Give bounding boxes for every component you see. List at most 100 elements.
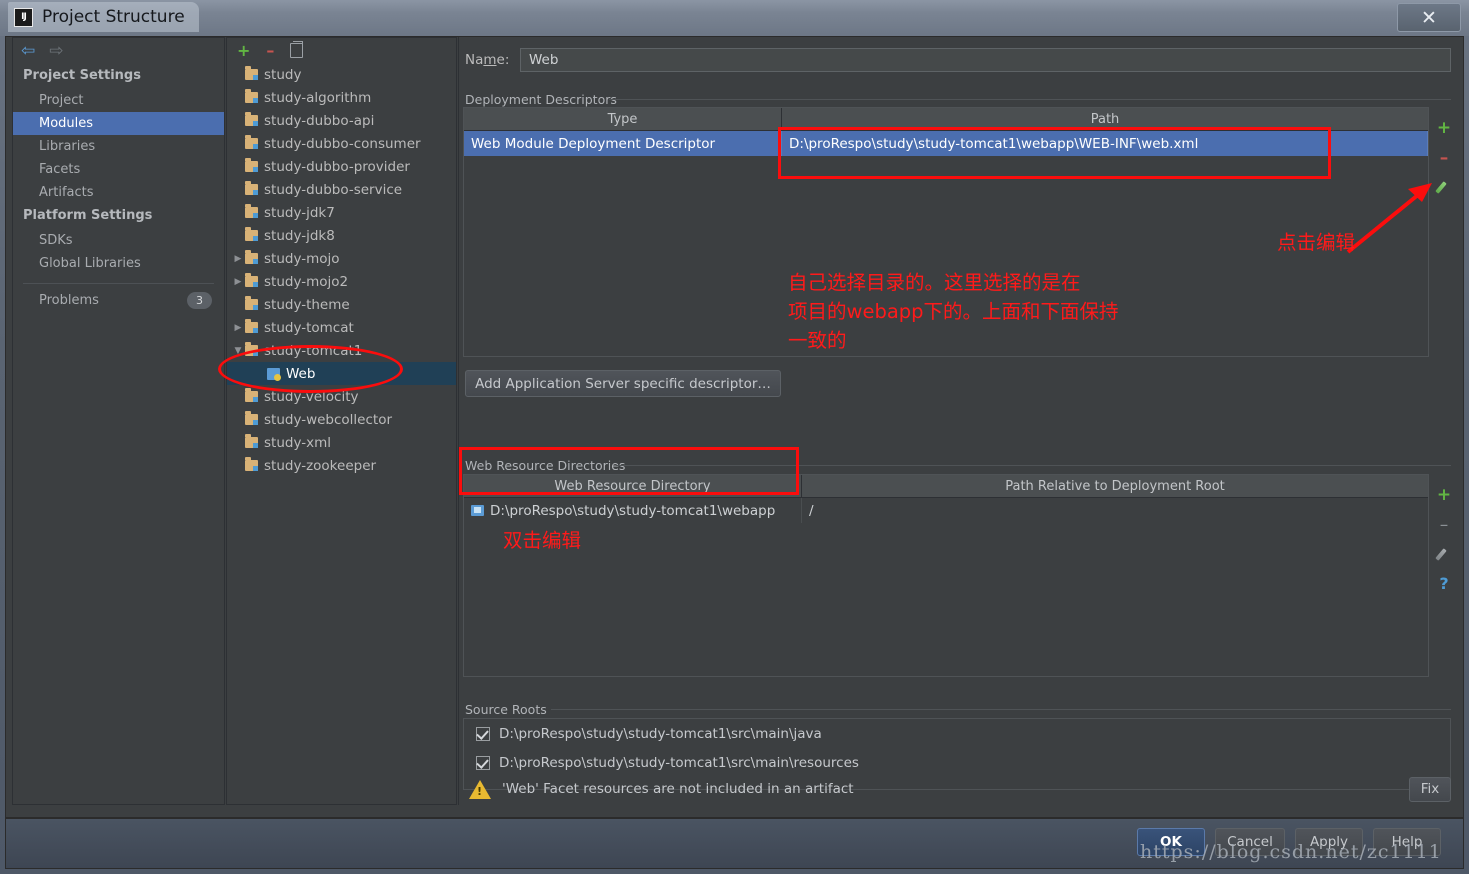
artifact-warning-text: 'Web' Facet resources are not included i… <box>502 781 854 797</box>
tree-node[interactable]: study-zookeeper <box>227 454 456 477</box>
facet-name-input[interactable]: Web <box>520 48 1451 72</box>
tree-node[interactable]: study-xml <box>227 431 456 454</box>
table-row[interactable]: D:\proRespo\study\study-tomcat1\webapp / <box>464 498 1428 523</box>
tree-node[interactable]: ▶ study-mojo2 <box>227 270 456 293</box>
web-resource-directories-table: Web Resource Directory Path Relative to … <box>463 474 1429 677</box>
sidebar-divider <box>23 283 214 284</box>
back-arrow-icon[interactable]: ⇦ <box>21 42 35 60</box>
path-relative-cell: / <box>809 502 814 519</box>
title-bar-label-group: IJ Project Structure <box>8 2 199 32</box>
annotation-box-web-resource-directory <box>459 447 799 495</box>
logo-text: IJ <box>21 12 27 22</box>
sidebar-item-problems[interactable]: Problems 3 <box>13 288 224 312</box>
expand-toggle-icon[interactable]: ▶ <box>231 323 245 333</box>
tree-node[interactable]: study-dubbo-provider <box>227 155 456 178</box>
source-roots-rule <box>551 709 1451 710</box>
tree-node[interactable]: study <box>227 63 456 86</box>
sidebar-group-project-settings: Project Settings <box>23 68 141 83</box>
add-web-resource-icon[interactable]: + <box>1437 487 1451 504</box>
sidebar-nav: ⇦ ⇨ <box>13 38 224 64</box>
column-header-path-relative[interactable]: Path Relative to Deployment Root <box>802 475 1428 497</box>
module-folder-icon <box>245 388 258 402</box>
tree-node[interactable]: study-dubbo-service <box>227 178 456 201</box>
tree-node-label: study-mojo2 <box>264 273 349 290</box>
facet-name-label: Name: <box>465 52 510 68</box>
sidebar-item-facets[interactable]: Facets <box>13 158 224 181</box>
source-root-checkbox[interactable] <box>476 726 490 741</box>
add-descriptor-icon[interactable]: + <box>1437 120 1451 137</box>
modules-tree: study study-algorithm study-dubbo-api study… <box>227 63 456 477</box>
module-folder-icon <box>245 273 258 287</box>
remove-module-icon[interactable]: – <box>266 42 274 59</box>
artifact-warning-row: 'Web' Facet resources are not included i… <box>469 772 1451 806</box>
tree-node-label: study-theme <box>264 296 350 313</box>
annotation-box-descriptor-path <box>778 127 1331 179</box>
list-item[interactable]: D:\proRespo\study\study-tomcat1\src\main… <box>464 719 1450 748</box>
tree-node-label: study-algorithm <box>264 89 372 106</box>
tree-node[interactable]: study-dubbo-consumer <box>227 132 456 155</box>
module-folder-icon <box>245 457 258 471</box>
module-folder-icon <box>245 227 258 241</box>
column-header-type[interactable]: Type <box>464 108 782 130</box>
web-resource-directory-value: D:\proRespo\study\study-tomcat1\webapp <box>490 502 776 519</box>
tree-node[interactable]: study-jdk8 <box>227 224 456 247</box>
module-folder-icon <box>245 250 258 264</box>
project-structure-window: IJ Project Structure ✕ ⇦ ⇨ Project Setti… <box>0 0 1469 874</box>
sidebar-item-global-libraries[interactable]: Global Libraries <box>13 252 224 275</box>
remove-web-resource-icon[interactable]: – <box>1440 517 1449 534</box>
remove-descriptor-icon[interactable]: – <box>1440 150 1449 167</box>
source-root-path: D:\proRespo\study\study-tomcat1\src\main… <box>499 725 822 742</box>
module-folder-icon <box>245 319 258 333</box>
sidebar-group-platform-settings: Platform Settings <box>23 208 153 223</box>
sidebar-item-sdks[interactable]: SDKs <box>13 229 224 252</box>
sidebar-item-modules[interactable]: Modules <box>13 112 224 135</box>
add-module-icon[interactable]: + <box>237 42 250 59</box>
modules-tree-toolbar: + – <box>227 38 456 63</box>
tree-node-label: study-xml <box>264 434 331 451</box>
tree-node[interactable]: study-dubbo-api <box>227 109 456 132</box>
module-folder-icon <box>245 89 258 103</box>
watermark-text: https://blog.csdn.net/zc1111 <box>1140 841 1442 863</box>
module-folder-icon <box>245 158 258 172</box>
tree-node[interactable]: study-jdk7 <box>227 201 456 224</box>
edit-web-resource-pencil-icon[interactable] <box>1435 547 1451 561</box>
annotation-choose-dir-line3: 一致的 <box>788 329 847 352</box>
descriptor-type-cell: Web Module Deployment Descriptor <box>464 131 782 156</box>
source-root-checkbox[interactable] <box>476 755 490 770</box>
tree-node-label: study-dubbo-service <box>264 181 403 198</box>
tree-node-label: study-mojo <box>264 250 340 267</box>
module-folder-icon <box>245 112 258 126</box>
tree-node-label: study-jdk8 <box>264 227 335 244</box>
expand-toggle-icon[interactable]: ▶ <box>231 254 245 264</box>
tree-node-label: study-dubbo-consumer <box>264 135 421 152</box>
module-folder-icon <box>245 181 258 195</box>
tree-node-label: study <box>264 66 302 83</box>
tree-node[interactable]: study-theme <box>227 293 456 316</box>
tree-node[interactable]: study-algorithm <box>227 86 456 109</box>
forward-arrow-icon[interactable]: ⇨ <box>49 42 63 60</box>
add-app-server-descriptor-button[interactable]: Add Application Server specific descript… <box>465 370 781 397</box>
folder-icon <box>471 505 484 516</box>
close-window-button[interactable]: ✕ <box>1397 3 1461 32</box>
tree-node[interactable]: ▶ study-tomcat <box>227 316 456 339</box>
problems-label: Problems <box>39 292 99 308</box>
module-folder-icon <box>245 204 258 218</box>
tree-node[interactable]: ▶ study-mojo <box>227 247 456 270</box>
web-resource-directory-cell: D:\proRespo\study\study-tomcat1\webapp <box>464 498 802 523</box>
fix-button[interactable]: Fix <box>1409 776 1451 802</box>
expand-toggle-icon[interactable]: ▶ <box>231 277 245 287</box>
annotation-ellipse-web-node <box>218 345 403 393</box>
tree-node-label: study-tomcat <box>264 319 354 336</box>
annotation-click-edit: 点击编辑 <box>1277 231 1356 254</box>
copy-module-icon[interactable] <box>290 41 304 58</box>
tree-node-label: study-zookeeper <box>264 457 377 474</box>
source-root-path: D:\proRespo\study\study-tomcat1\src\main… <box>499 754 859 771</box>
annotation-choose-dir-line2: 项目的webapp下的。上面和下面保持 <box>788 300 1119 323</box>
sidebar-item-libraries[interactable]: Libraries <box>13 135 224 158</box>
tree-node[interactable]: study-webcollector <box>227 408 456 431</box>
sidebar-item-artifacts[interactable]: Artifacts <box>13 181 224 204</box>
sidebar-item-project[interactable]: Project <box>13 89 224 112</box>
help-question-icon[interactable]: ? <box>1439 574 1448 593</box>
tree-node-label: study-jdk7 <box>264 204 335 221</box>
modules-tree-pane: + – study study-algorithm study-dubbo-api s… <box>226 37 457 805</box>
